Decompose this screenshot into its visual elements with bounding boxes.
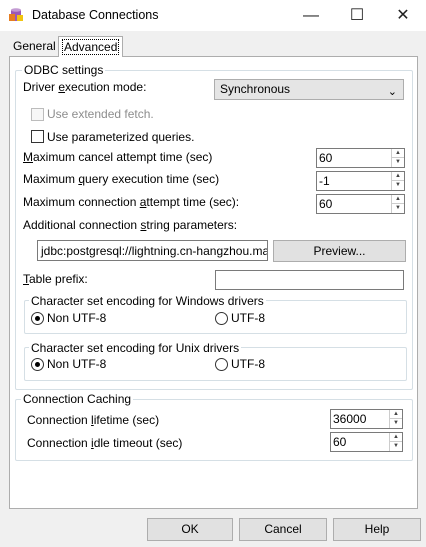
- spin-up-icon[interactable]: ▲: [390, 410, 402, 419]
- max-cancel-value: 60: [319, 151, 333, 165]
- chevron-down-icon: ⌄: [387, 86, 397, 98]
- spin-up-icon[interactable]: ▲: [392, 172, 404, 181]
- minimize-button[interactable]: —: [288, 0, 334, 31]
- spin-down-icon[interactable]: ▼: [392, 204, 404, 213]
- close-button[interactable]: ✕: [380, 0, 426, 31]
- max-cancel-label: Maximum cancel attempt time (sec): [23, 150, 213, 164]
- windows-utf8-radio[interactable]: [215, 312, 228, 325]
- unix-encoding-label: Character set encoding for Unix drivers: [29, 341, 242, 355]
- max-query-value: -1: [319, 174, 330, 188]
- max-conn-value: 60: [319, 197, 333, 211]
- use-extended-fetch-label: Use extended fetch.: [47, 107, 154, 121]
- tab-advanced-label: Advanced: [61, 39, 120, 55]
- addl-params-value: jdbc:postgresql://lightning.cn-hangzhou.…: [41, 244, 267, 258]
- maximize-button[interactable]: ☐: [334, 0, 380, 31]
- connection-idle-value: 60: [333, 435, 347, 449]
- max-cancel-spinner[interactable]: 60 ▲ ▼: [316, 148, 405, 168]
- connection-lifetime-label: Connection lifetime (sec): [27, 413, 160, 427]
- unix-non-utf8-radio[interactable]: [31, 358, 44, 371]
- tab-general[interactable]: General: [9, 38, 60, 55]
- preview-button[interactable]: Preview...: [273, 240, 406, 262]
- table-prefix-label: Table prefix:: [23, 272, 88, 286]
- window-title: Database Connections: [32, 8, 159, 22]
- connection-idle-spinner[interactable]: 60 ▲ ▼: [330, 432, 403, 452]
- help-button[interactable]: Help: [333, 518, 421, 541]
- connection-idle-label: Connection idle timeout (sec): [27, 436, 183, 450]
- windows-utf8-label: UTF-8: [231, 311, 265, 325]
- addl-params-label: Additional connection string parameters:: [23, 218, 238, 232]
- max-conn-label: Maximum connection attempt time (sec):: [23, 195, 240, 209]
- use-parameterized-checkbox[interactable]: [31, 130, 44, 143]
- windows-non-utf8-radio[interactable]: [31, 312, 44, 325]
- windows-non-utf8-label: Non UTF-8: [47, 311, 107, 325]
- cancel-button[interactable]: Cancel: [239, 518, 327, 541]
- windows-encoding-label: Character set encoding for Windows drive…: [29, 294, 266, 308]
- spin-down-icon[interactable]: ▼: [390, 419, 402, 428]
- database-icon: [9, 8, 23, 21]
- addl-params-input[interactable]: jdbc:postgresql://lightning.cn-hangzhou.…: [37, 240, 268, 261]
- unix-utf8-radio[interactable]: [215, 358, 228, 371]
- spin-down-icon[interactable]: ▼: [390, 442, 402, 451]
- connection-caching-label: Connection Caching: [21, 392, 134, 406]
- unix-utf8-label: UTF-8: [231, 357, 265, 371]
- connection-lifetime-spinner[interactable]: 36000 ▲ ▼: [330, 409, 403, 429]
- table-prefix-input[interactable]: [215, 270, 404, 290]
- spin-down-icon[interactable]: ▼: [392, 181, 404, 190]
- driver-mode-label: Driver execution mode:: [23, 80, 147, 94]
- max-query-spinner[interactable]: -1 ▲ ▼: [316, 171, 405, 191]
- use-extended-fetch-checkbox[interactable]: [31, 108, 44, 121]
- unix-non-utf8-label: Non UTF-8: [47, 357, 107, 371]
- connection-lifetime-value: 36000: [333, 412, 367, 426]
- spin-up-icon[interactable]: ▲: [392, 149, 404, 158]
- max-conn-spinner[interactable]: 60 ▲ ▼: [316, 194, 405, 214]
- driver-mode-value: Synchronous: [220, 82, 291, 96]
- odbc-settings-label: ODBC settings: [22, 63, 106, 77]
- tab-advanced[interactable]: Advanced: [58, 36, 124, 57]
- ok-button[interactable]: OK: [147, 518, 233, 541]
- spin-up-icon[interactable]: ▲: [392, 195, 404, 204]
- driver-mode-select[interactable]: Synchronous ⌄: [214, 79, 404, 100]
- use-parameterized-label: Use parameterized queries.: [47, 130, 195, 144]
- max-query-label: Maximum query execution time (sec): [23, 172, 220, 186]
- spin-down-icon[interactable]: ▼: [392, 158, 404, 167]
- title-bar: Database Connections — ☐ ✕: [0, 0, 426, 31]
- spin-up-icon[interactable]: ▲: [390, 433, 402, 442]
